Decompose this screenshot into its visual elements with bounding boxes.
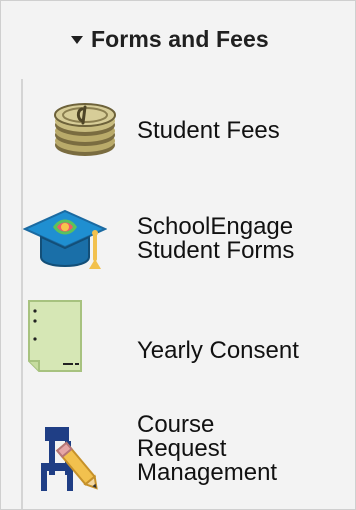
label-line: SchoolEngage [137, 213, 294, 240]
label-line: Yearly Consent [137, 337, 299, 364]
course-request-management-label: Course Request Management [137, 413, 277, 485]
student-fees-label: Student Fees [137, 119, 280, 143]
section-title: Forms and Fees [91, 25, 269, 52]
schoolengage-student-forms-label: SchoolEngage Student Forms [137, 215, 294, 263]
student-fees-link[interactable]: Student Fees [23, 101, 345, 165]
yearly-consent-label: Yearly Consent [137, 339, 299, 363]
forms-and-fees-panel: Forms and Fees Student Fees SchoolEngage… [0, 0, 356, 510]
document-icon [28, 300, 82, 372]
yearly-consent-link[interactable]: Yearly Consent [23, 293, 345, 377]
label-line: Request [137, 435, 227, 462]
course-request-management-link[interactable]: Course Request Management [23, 409, 345, 509]
schoolengage-student-forms-link[interactable]: SchoolEngage Student Forms [23, 201, 345, 291]
label-line: Student Forms [137, 237, 295, 264]
desk-chair-pencil-icon [41, 427, 98, 491]
label-line: Student Fees [137, 117, 280, 144]
collapse-caret-icon[interactable] [71, 36, 83, 44]
section-header[interactable]: Forms and Fees [71, 23, 269, 55]
label-line: Management [137, 459, 278, 486]
label-line: Course [137, 411, 215, 438]
graduation-cap-icon [23, 209, 107, 269]
coin-stack-icon [54, 103, 116, 156]
